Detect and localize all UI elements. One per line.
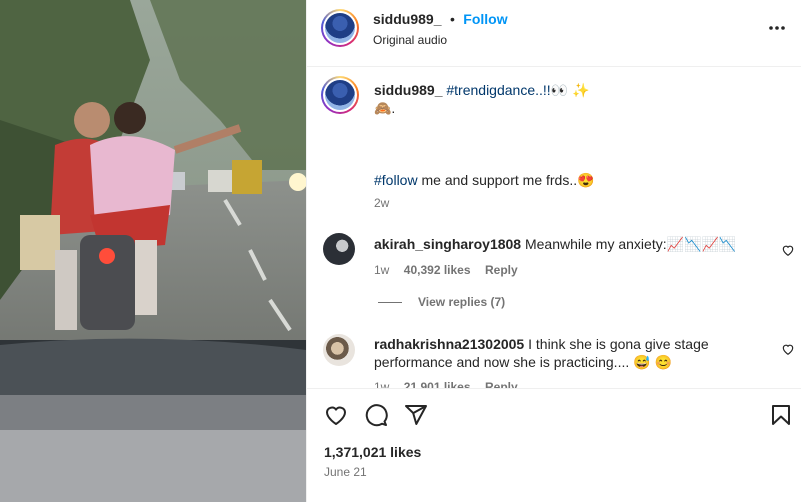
comment-like-heart-icon[interactable] bbox=[781, 342, 795, 356]
caption-hashtag-follow[interactable]: #follow bbox=[374, 172, 418, 188]
comment-meta: 1w 21,901 likes Reply bbox=[374, 378, 518, 388]
caption-hashtag-trendigdance[interactable]: #trendigdance..!!👀 ✨ bbox=[446, 82, 589, 98]
author-username[interactable]: siddu989_ bbox=[373, 11, 441, 27]
caption-text: me and support me frds..😍 bbox=[417, 172, 595, 188]
dot-separator: • bbox=[449, 11, 455, 27]
comment-like-heart-icon[interactable] bbox=[781, 243, 795, 257]
more-horizontal-icon[interactable] bbox=[768, 22, 786, 34]
post-media-video[interactable] bbox=[0, 0, 306, 502]
comment-avatar[interactable] bbox=[323, 334, 355, 366]
comment-meta: 1w 40,392 likes Reply bbox=[374, 261, 518, 279]
caption-time: 2w bbox=[374, 196, 390, 210]
comment-reply-button[interactable]: Reply bbox=[485, 263, 518, 277]
comment-time: 1w bbox=[374, 380, 390, 388]
view-replies-button[interactable]: View replies (7) bbox=[418, 295, 505, 309]
comment-text: Meanwhile my anxiety:📈📉📈📉 bbox=[524, 236, 737, 252]
comment-reply-button[interactable]: Reply bbox=[485, 380, 518, 388]
comment-text-line-2: performance and now she is practicing...… bbox=[374, 354, 672, 370]
caption-username[interactable]: siddu989_ bbox=[374, 82, 442, 98]
comment-text: I think she is gona give stage bbox=[528, 336, 709, 352]
comment-time: 1w bbox=[374, 263, 390, 277]
comment-body: akirah_singharoy1808 Meanwhile my anxiet… bbox=[374, 235, 736, 253]
comment-username[interactable]: radhakrishna21302005 bbox=[374, 336, 524, 352]
post-date[interactable]: June 21 bbox=[324, 465, 367, 479]
author-avatar[interactable] bbox=[321, 9, 359, 47]
like-heart-icon[interactable] bbox=[324, 403, 348, 427]
comment-likes[interactable]: 21,901 likes bbox=[404, 380, 471, 388]
share-send-icon[interactable] bbox=[404, 403, 428, 427]
comment-icon[interactable] bbox=[364, 403, 388, 427]
caption-line-3: #follow me and support me frds..😍 bbox=[374, 171, 595, 189]
comment-likes[interactable]: 40,392 likes bbox=[404, 263, 471, 277]
post-details-panel: siddu989_ • Follow Original audio siddu9… bbox=[306, 0, 801, 502]
caption-line-2: 🙈. bbox=[374, 100, 396, 116]
caption-avatar[interactable] bbox=[321, 76, 359, 114]
video-frame-image bbox=[0, 0, 306, 502]
caption-line-1: siddu989_ #trendigdance..!!👀 ✨ bbox=[374, 81, 589, 99]
post-header: siddu989_ • Follow Original audio bbox=[307, 0, 801, 67]
view-replies-line bbox=[378, 302, 402, 303]
post-likes-count[interactable]: 1,371,021 likes bbox=[324, 444, 421, 460]
audio-label[interactable]: Original audio bbox=[373, 31, 447, 49]
post-actions-bar: 1,371,021 likes June 21 bbox=[307, 388, 801, 503]
comment-username[interactable]: akirah_singharoy1808 bbox=[374, 236, 521, 252]
follow-button[interactable]: Follow bbox=[463, 11, 507, 27]
save-bookmark-icon[interactable] bbox=[770, 403, 792, 427]
comment-avatar[interactable] bbox=[323, 233, 355, 265]
comment-body: radhakrishna21302005 I think she is gona… bbox=[374, 335, 709, 353]
